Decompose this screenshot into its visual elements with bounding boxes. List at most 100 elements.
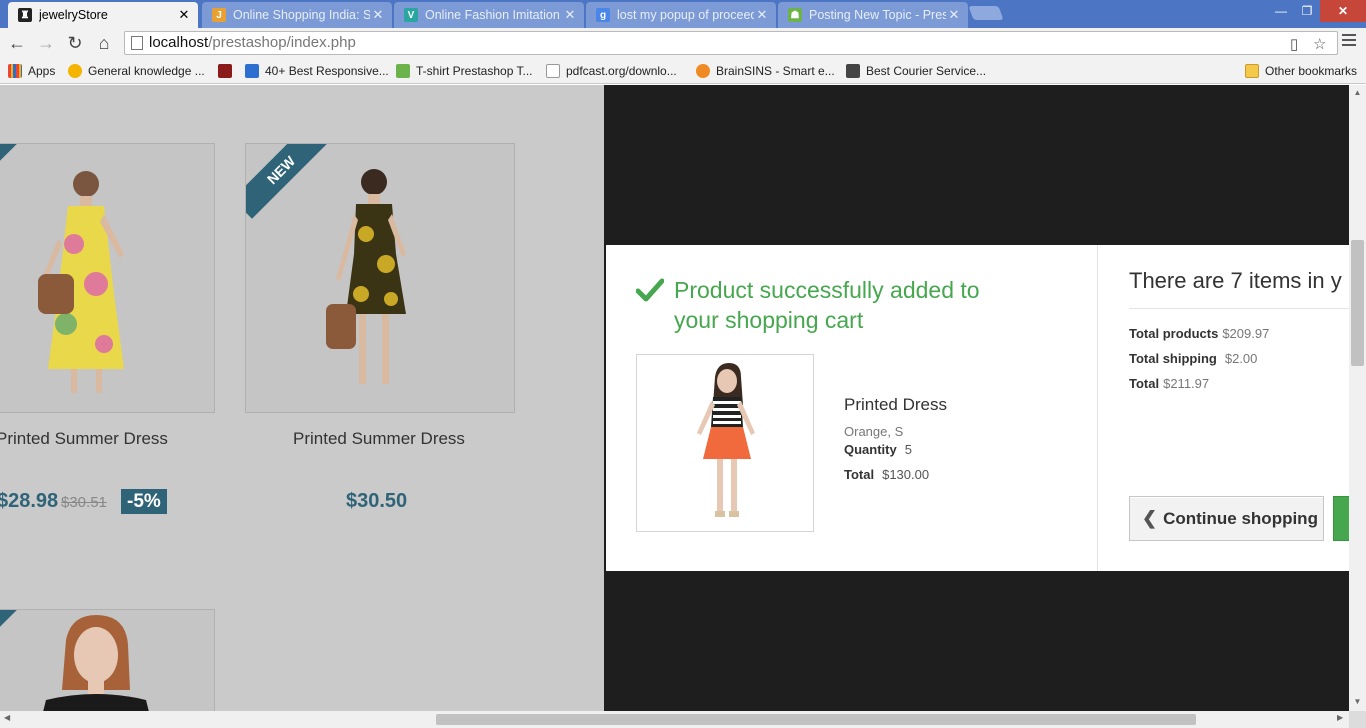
forward-arrow-icon[interactable]: → bbox=[35, 32, 57, 54]
product-listing: Printed Summer Dress $28.98 $30.51 -5% N… bbox=[0, 85, 604, 711]
bookmark-pdfcast[interactable]: pdfcast.org/downlo... bbox=[546, 62, 677, 80]
close-icon[interactable]: ✕ bbox=[370, 7, 386, 23]
voonik-favicon-icon: V bbox=[404, 8, 418, 22]
product-price: $30.50 bbox=[346, 490, 408, 512]
bookmark-label: BrainSINS - Smart e... bbox=[716, 64, 835, 78]
bookmark-favicon-icon bbox=[245, 64, 259, 78]
total-products-row: Total products $209.97 bbox=[1129, 326, 1269, 341]
continue-shopping-button[interactable]: ❮ Continue shopping bbox=[1129, 496, 1324, 541]
close-icon[interactable]: ✕ bbox=[562, 7, 578, 23]
bookmarks-bar: Apps General knowledge ... 40+ Best Resp… bbox=[0, 58, 1366, 84]
bookmark-responsive[interactable]: 40+ Best Responsive... bbox=[245, 62, 389, 80]
tab-online-shopping[interactable]: J Online Shopping India: Sh ✕ bbox=[202, 2, 392, 28]
scroll-right-arrow-icon[interactable]: ▶ bbox=[1337, 713, 1343, 722]
discount-badge: -5% bbox=[121, 489, 167, 514]
reload-icon[interactable]: ↻ bbox=[64, 32, 86, 54]
cart-total-label: Total bbox=[1129, 376, 1160, 391]
star-icon[interactable]: ☆ bbox=[1313, 35, 1326, 53]
google-favicon-icon: g bbox=[596, 8, 610, 22]
bookmark-label: General knowledge ... bbox=[88, 64, 205, 78]
total-shipping-row: Total shipping $2.00 bbox=[1129, 351, 1257, 366]
product-image[interactable] bbox=[0, 143, 215, 413]
folder-icon bbox=[1245, 64, 1259, 78]
product-photo bbox=[697, 363, 755, 517]
home-icon[interactable]: ⌂ bbox=[93, 32, 115, 54]
cart-total-row: Total $211.97 bbox=[1129, 376, 1209, 391]
continue-shopping-label: Continue shopping bbox=[1163, 508, 1318, 528]
jabong-favicon-icon: J bbox=[212, 8, 226, 22]
cart-item-total: Total $130.00 bbox=[844, 467, 929, 482]
window-close-icon[interactable]: ✕ bbox=[1320, 0, 1366, 22]
menu-icon[interactable] bbox=[1342, 34, 1356, 48]
product-image[interactable] bbox=[0, 609, 215, 711]
close-icon[interactable]: ✕ bbox=[946, 7, 962, 23]
bookmark-favicon-icon bbox=[696, 64, 710, 78]
product-name[interactable]: Printed Summer Dress bbox=[0, 429, 168, 449]
total-value: $130.00 bbox=[882, 467, 930, 482]
vertical-scroll-thumb[interactable] bbox=[1351, 240, 1364, 366]
close-icon[interactable]: ✕ bbox=[176, 7, 192, 23]
cart-summary-panel: There are 7 items in y Total products $20… bbox=[1097, 245, 1349, 571]
vertical-scrollbar[interactable]: ▲ ▼ bbox=[1349, 85, 1366, 711]
back-arrow-icon[interactable]: ← bbox=[6, 32, 28, 54]
quantity-label: Quantity bbox=[844, 442, 897, 457]
cart-summary-title: There are 7 items in y bbox=[1129, 268, 1342, 293]
scroll-down-arrow-icon[interactable]: ▼ bbox=[1349, 697, 1366, 706]
chevron-left-icon: ❮ bbox=[1142, 508, 1158, 528]
total-products-label: Total products bbox=[1129, 326, 1219, 341]
cart-modal: Product successfully added to your shopp… bbox=[606, 245, 1349, 571]
bookmark-brainsins[interactable]: BrainSINS - Smart e... bbox=[696, 62, 835, 80]
total-shipping-label: Total shipping bbox=[1129, 351, 1217, 366]
proceed-to-checkout-button[interactable] bbox=[1333, 496, 1349, 541]
store-favicon-icon: ♜ bbox=[18, 8, 32, 22]
tab-title: Posting New Topic - Prest bbox=[809, 8, 946, 22]
bookmark-general-knowledge[interactable]: General knowledge ... bbox=[68, 62, 205, 80]
tab-title: Online Fashion Imitation J bbox=[425, 8, 562, 22]
menu-bar bbox=[1342, 44, 1356, 46]
new-tab-button[interactable] bbox=[968, 6, 1004, 20]
cart-item-quantity: Quantity 5 bbox=[844, 442, 912, 457]
url-path: /prestashop/index.php bbox=[208, 34, 356, 51]
horizontal-scrollbar[interactable]: ◀ ▶ bbox=[0, 711, 1349, 728]
scroll-up-arrow-icon[interactable]: ▲ bbox=[1349, 88, 1366, 97]
success-message: Product successfully added to your shopp… bbox=[674, 277, 980, 333]
tab-jewelrystore[interactable]: ♜ jewelryStore ✕ bbox=[8, 2, 198, 28]
total-label: Total bbox=[844, 467, 875, 482]
bookmark-courier[interactable]: Best Courier Service... bbox=[846, 62, 986, 80]
scrollbar-corner bbox=[1349, 711, 1366, 728]
cart-item-attributes: Orange, S bbox=[844, 424, 904, 439]
prestashop-favicon-icon: ☗ bbox=[788, 8, 802, 22]
tab-posting-new-topic[interactable]: ☗ Posting New Topic - Prest ✕ bbox=[778, 2, 968, 28]
product-image[interactable]: NEW bbox=[245, 143, 515, 413]
bookmark-favicon-icon bbox=[218, 64, 232, 78]
total-shipping-value: $2.00 bbox=[1224, 351, 1258, 366]
bookmark-tshirt[interactable]: T-shirt Prestashop T... bbox=[396, 62, 533, 80]
address-bar[interactable]: localhost/prestashop/index.php ▯ ☆ bbox=[124, 31, 1338, 55]
tab-title: jewelryStore bbox=[39, 8, 108, 22]
bookmark-label: Apps bbox=[28, 64, 56, 78]
other-bookmarks[interactable]: Other bookmarks bbox=[1245, 62, 1357, 80]
apps-grid-icon bbox=[8, 64, 22, 78]
bookmark-label: T-shirt Prestashop T... bbox=[416, 64, 533, 78]
tab-title: lost my popup of proceed bbox=[617, 8, 754, 22]
added-product-panel: Product successfully added to your shopp… bbox=[606, 245, 1097, 571]
bookmark-untitled[interactable] bbox=[218, 62, 238, 80]
product-name[interactable]: Printed Summer Dress bbox=[293, 429, 465, 449]
total-products-value: $209.97 bbox=[1222, 326, 1270, 341]
cart-item-image bbox=[636, 354, 814, 532]
tab-google-search[interactable]: g lost my popup of proceed ✕ bbox=[586, 2, 776, 28]
scroll-left-arrow-icon[interactable]: ◀ bbox=[4, 713, 10, 722]
tab-strip: ♜ jewelryStore ✕ J Online Shopping India… bbox=[0, 0, 1366, 28]
url-text[interactable]: localhost/prestashop/index.php bbox=[149, 34, 356, 51]
bookmark-favicon-icon bbox=[68, 64, 82, 78]
minimize-icon[interactable]: — bbox=[1268, 0, 1294, 22]
close-icon[interactable]: ✕ bbox=[754, 7, 770, 23]
other-bookmarks-label: Other bookmarks bbox=[1265, 64, 1358, 78]
horizontal-scroll-thumb[interactable] bbox=[436, 714, 1196, 725]
quantity-value: 5 bbox=[904, 442, 912, 457]
restore-icon[interactable]: ❐ bbox=[1294, 0, 1320, 22]
bookmark-apps[interactable]: Apps bbox=[8, 62, 55, 80]
tab-online-fashion[interactable]: V Online Fashion Imitation J ✕ bbox=[394, 2, 584, 28]
reader-mode-icon[interactable]: ▯ bbox=[1290, 35, 1298, 53]
divider bbox=[1129, 308, 1349, 309]
